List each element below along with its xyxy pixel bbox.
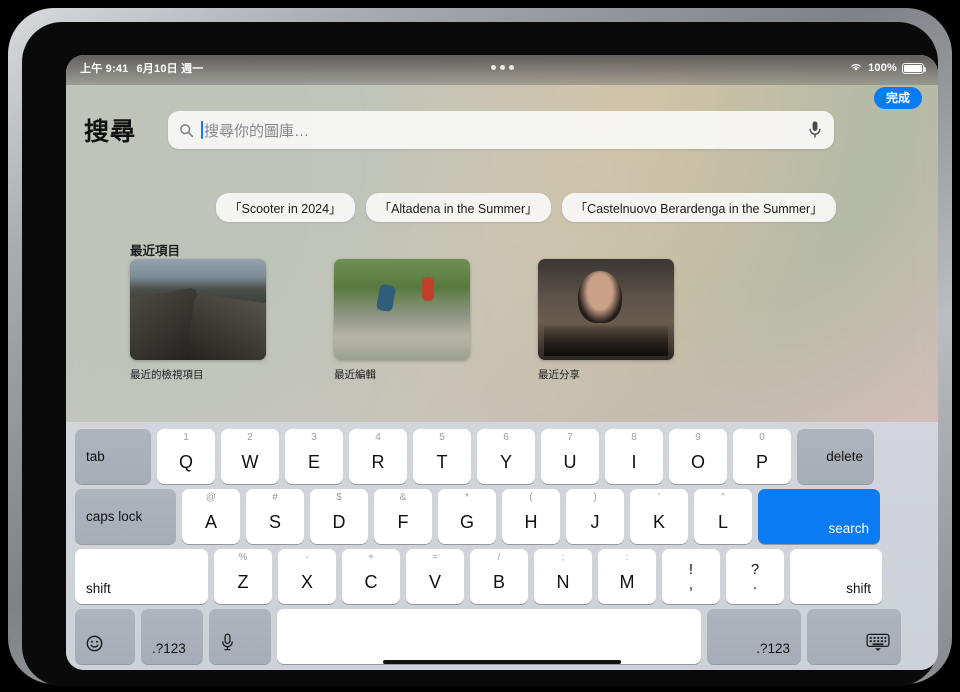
recent-item-label: 最近編輯 — [334, 369, 376, 381]
key-a[interactable]: @ A — [182, 489, 240, 544]
key-b[interactable]: / B — [470, 549, 528, 604]
search-header: 搜尋 搜尋你的圖庫… — [66, 111, 938, 149]
recents-grid: 最近的檢視項目 最近編輯 最近分享 — [130, 259, 674, 382]
key-h[interactable]: ( H — [502, 489, 560, 544]
key-shift-right[interactable]: shift — [790, 549, 882, 604]
multitasking-dots-icon[interactable] — [66, 65, 938, 70]
key-w[interactable]: 2 W — [221, 429, 279, 484]
recent-item[interactable]: 最近的檢視項目 — [130, 259, 266, 382]
recents-section-title: 最近項目 — [130, 244, 181, 258]
key-v[interactable]: = V — [406, 549, 464, 604]
recent-thumbnail[interactable] — [334, 259, 470, 360]
recent-item-label: 最近的檢視項目 — [130, 369, 204, 381]
key-i[interactable]: 8 I — [605, 429, 663, 484]
keyboard-row-3: shift % Z - X + C = V / B ; N: M ! , ? … — [66, 549, 938, 604]
emoji-icon[interactable] — [75, 609, 135, 664]
key-l[interactable]: " L — [694, 489, 752, 544]
key-y[interactable]: 6 Y — [477, 429, 535, 484]
search-placeholder: 搜尋你的圖庫… — [204, 122, 310, 140]
ipad-device-frame: 上午 9:41 6月10日 週一 100% 完成 搜尋 搜尋你的圖庫… 「Sco… — [8, 8, 952, 686]
key-p[interactable]: 0 P — [733, 429, 791, 484]
battery-icon — [902, 62, 926, 74]
key-u[interactable]: 7 U — [541, 429, 599, 484]
key-numbers-left[interactable]: .?123 — [141, 609, 203, 664]
screenshot-root: 上午 9:41 6月10日 週一 100% 完成 搜尋 搜尋你的圖庫… 「Sco… — [0, 0, 960, 692]
ipad-screen: 上午 9:41 6月10日 週一 100% 完成 搜尋 搜尋你的圖庫… 「Sco… — [66, 55, 938, 670]
key-d[interactable]: $ D — [310, 489, 368, 544]
key-numbers-right[interactable]: .?123 — [707, 609, 801, 664]
keyboard-row-1: tab 1 Q 2 W 3 E 4 R 5 T 6 Y 7 U 8 I 9 O … — [66, 429, 938, 484]
suggestion-chip[interactable]: 「Castelnuovo Berardenga in the Summer」 — [561, 193, 836, 222]
onscreen-keyboard: tab 1 Q 2 W 3 E 4 R 5 T 6 Y 7 U 8 I 9 O … — [66, 422, 938, 670]
key-n[interactable]: ; N — [534, 549, 592, 604]
key-delete[interactable]: delete — [797, 429, 874, 484]
key-o[interactable]: 9 O — [669, 429, 727, 484]
recent-item-label: 最近分享 — [538, 369, 580, 381]
status-bar: 上午 9:41 6月10日 週一 100% — [66, 55, 938, 81]
search-suggestion-chips: 「Scooter in 2024」 「Altadena in the Summe… — [216, 193, 836, 222]
done-button[interactable]: 完成 — [873, 87, 922, 109]
search-icon — [179, 123, 194, 138]
suggestion-chip[interactable]: 「Scooter in 2024」 — [216, 193, 355, 222]
hide-keyboard-icon[interactable] — [807, 609, 901, 664]
key-c[interactable]: + C — [342, 549, 400, 604]
recent-item[interactable]: 最近編輯 — [334, 259, 470, 382]
microphone-icon[interactable] — [209, 609, 271, 664]
key-j[interactable]: ) J — [566, 489, 624, 544]
text-cursor — [201, 121, 203, 139]
key-z[interactable]: % Z — [214, 549, 272, 604]
key-k[interactable]: ' K — [630, 489, 688, 544]
key-space[interactable] — [277, 609, 701, 664]
page-title: 搜尋 — [84, 118, 137, 146]
search-input[interactable]: 搜尋你的圖庫… — [168, 111, 834, 149]
suggestion-chip[interactable]: 「Altadena in the Summer」 — [365, 193, 551, 222]
key-g[interactable]: * G — [438, 489, 496, 544]
recent-thumbnail[interactable] — [538, 259, 674, 360]
key-t[interactable]: 5 T — [413, 429, 471, 484]
key-period[interactable]: ? . — [726, 549, 784, 604]
key-e[interactable]: 3 E — [285, 429, 343, 484]
key-q[interactable]: 1 Q — [157, 429, 215, 484]
recent-item[interactable]: 最近分享 — [538, 259, 674, 382]
home-indicator[interactable] — [383, 660, 621, 664]
keyboard-row-4: .?123 .?123 — [66, 609, 938, 664]
microphone-icon[interactable] — [808, 120, 822, 140]
key-m[interactable]: : M — [598, 549, 656, 604]
recent-thumbnail[interactable] — [130, 259, 266, 360]
key-caps-lock[interactable]: caps lock — [75, 489, 176, 544]
key-f[interactable]: & F — [374, 489, 432, 544]
key-comma[interactable]: ! , — [662, 549, 720, 604]
keyboard-row-2: caps lock @ A # S $ D & F * G (H) J ' … — [66, 489, 938, 544]
key-shift-left[interactable]: shift — [75, 549, 208, 604]
key-tab[interactable]: tab — [75, 429, 151, 484]
key-s[interactable]: # S — [246, 489, 304, 544]
key-r[interactable]: 4 R — [349, 429, 407, 484]
key-search[interactable]: search — [758, 489, 880, 544]
key-x[interactable]: - X — [278, 549, 336, 604]
device-bezel: 上午 9:41 6月10日 週一 100% 完成 搜尋 搜尋你的圖庫… 「Sco… — [22, 22, 938, 686]
